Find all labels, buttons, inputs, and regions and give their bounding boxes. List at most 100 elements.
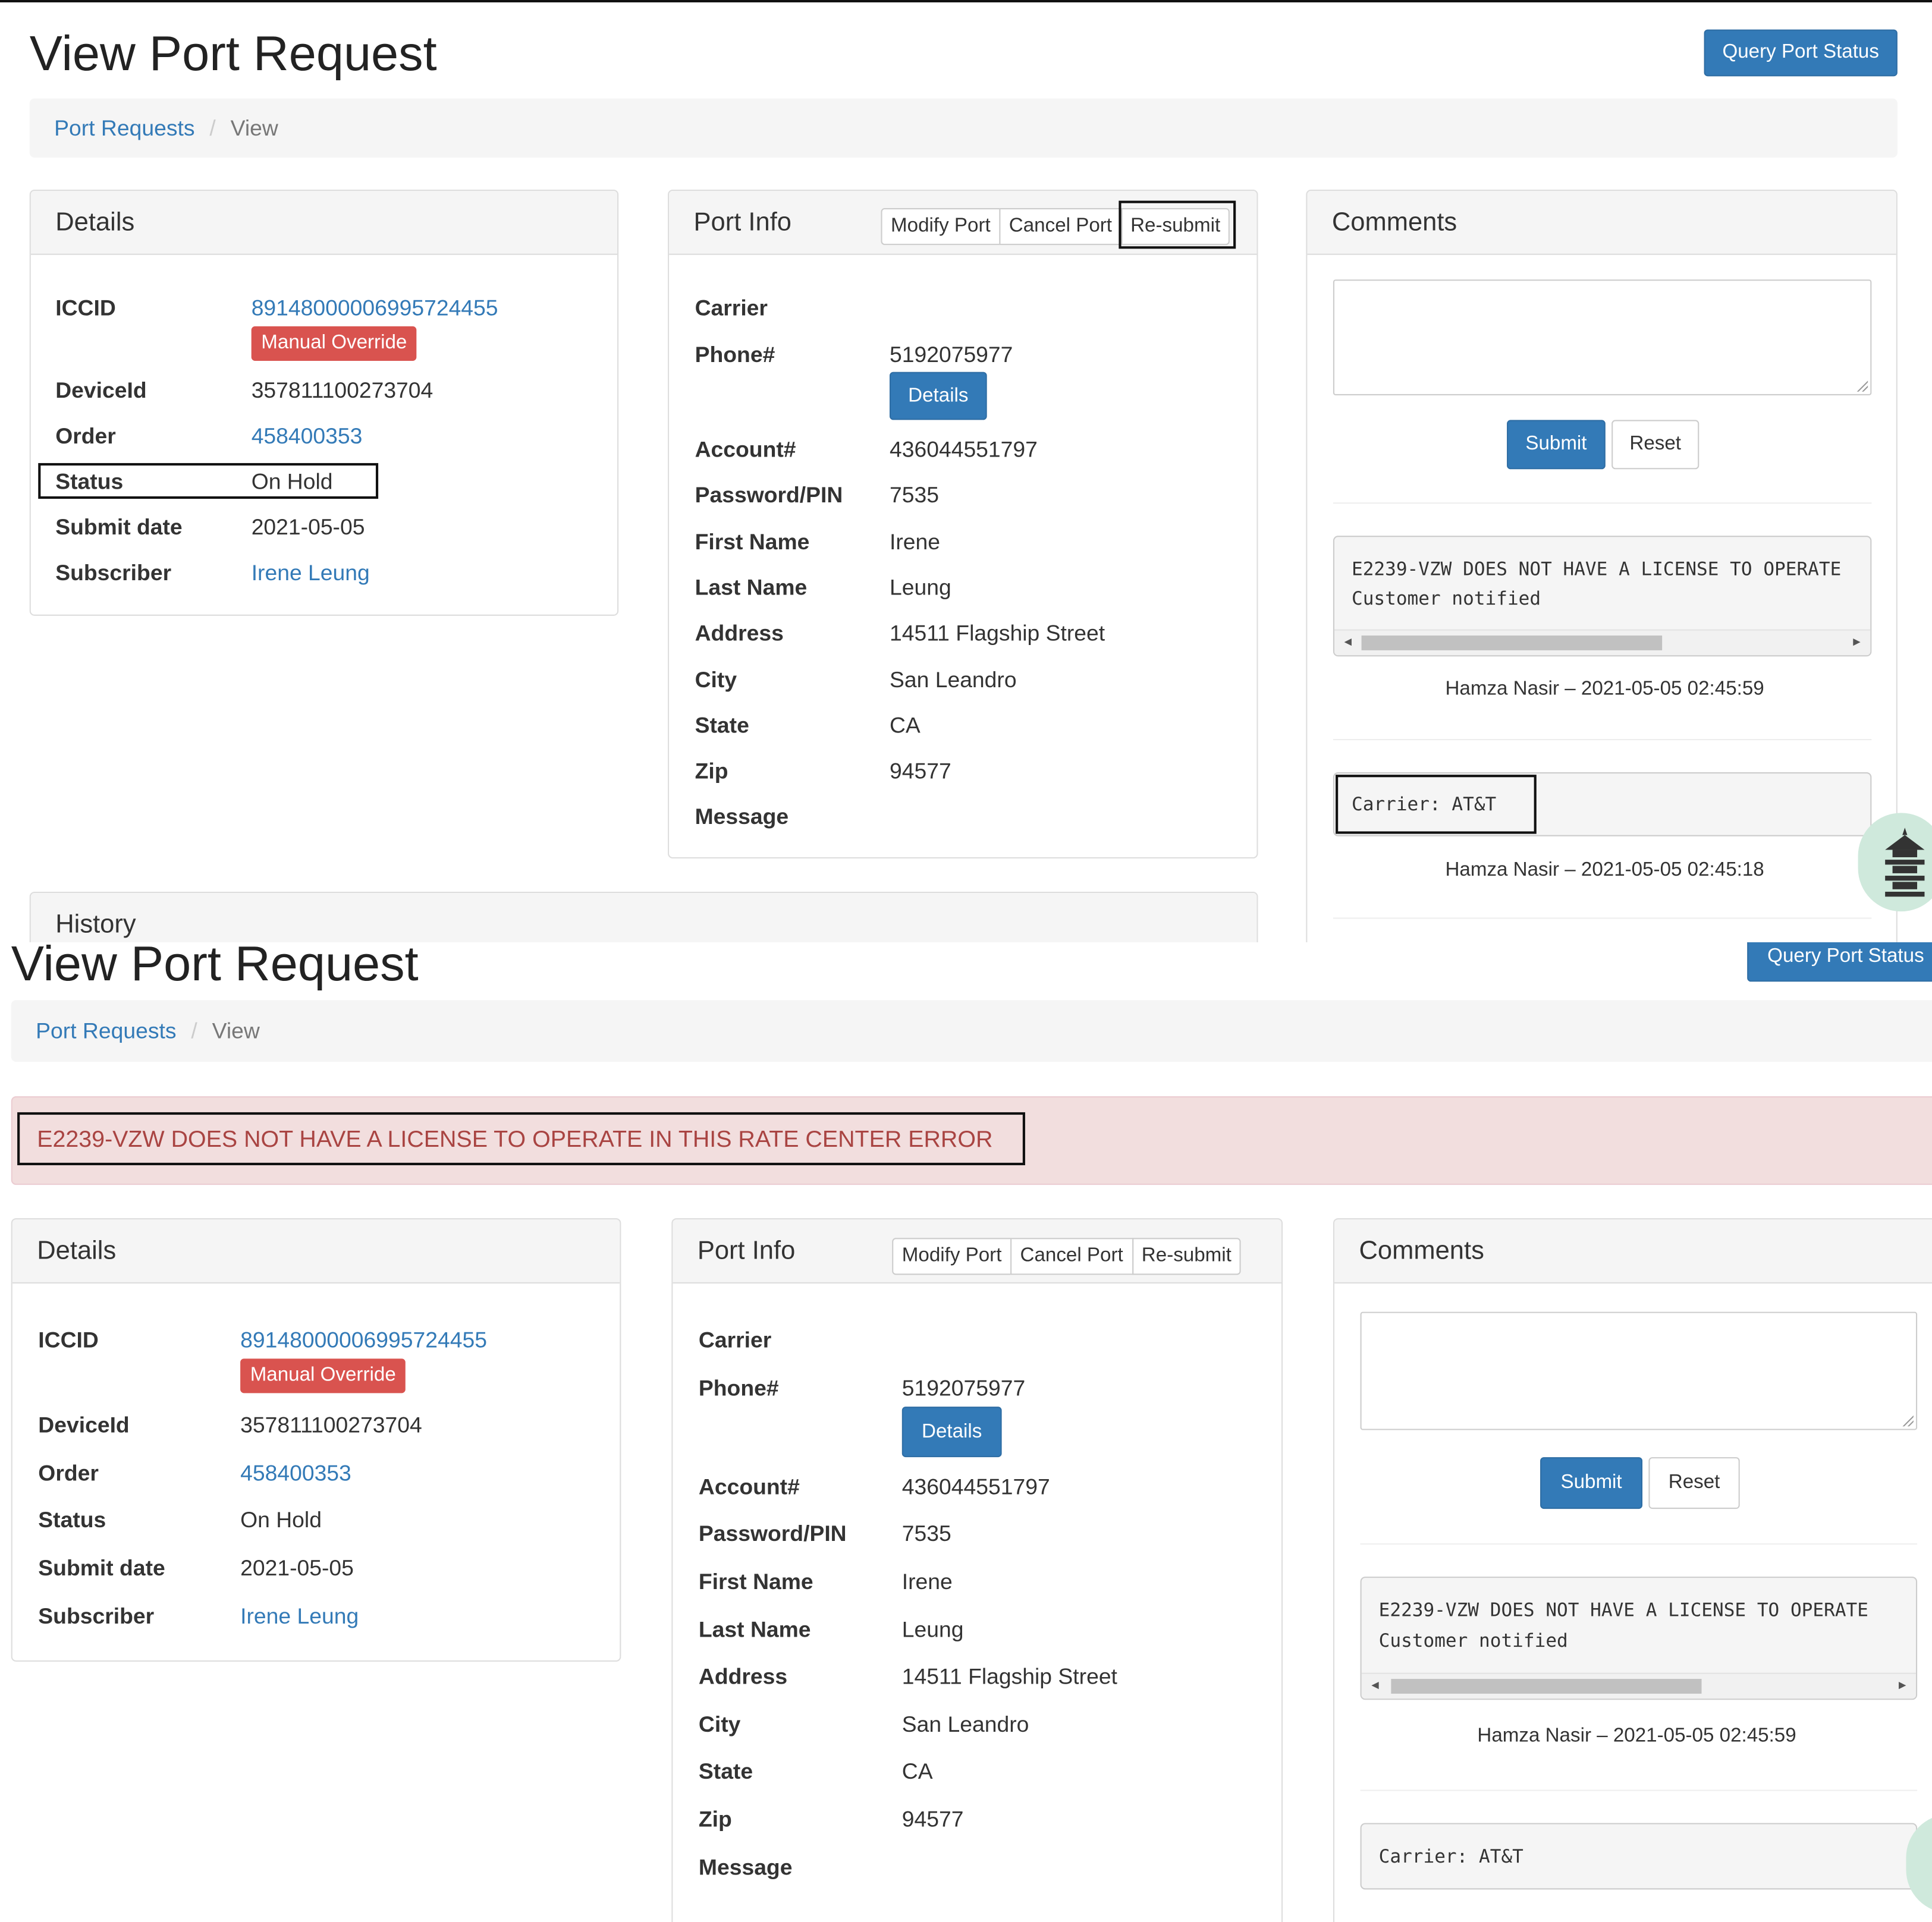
- account-label: Account#: [695, 437, 796, 462]
- port-actions-group: Modify Port Cancel Port Re-submit: [881, 208, 1230, 246]
- status-label: Status: [55, 469, 124, 494]
- scrollbar-thumb[interactable]: [1361, 636, 1663, 650]
- resubmit-button[interactable]: Re-submit: [1132, 1238, 1242, 1275]
- state-label: State: [698, 1759, 753, 1784]
- subscriber-label: Subscriber: [55, 560, 172, 586]
- comment-textarea[interactable]: [1360, 1311, 1918, 1430]
- resize-grip-icon[interactable]: [1855, 379, 1868, 392]
- address-label: Address: [695, 621, 784, 646]
- scroll-right-icon[interactable]: ▶: [1853, 636, 1860, 649]
- phone-details-button[interactable]: Details: [901, 1407, 1002, 1458]
- comment-line: Carrier: AT&T: [1378, 1845, 1523, 1868]
- comment-textarea[interactable]: [1333, 279, 1872, 395]
- details-heading: Details: [30, 191, 618, 255]
- submit-date-value: 2021-05-05: [240, 1555, 354, 1581]
- iccid-link[interactable]: 89148000006995724455: [252, 295, 498, 322]
- submit-date-value: 2021-05-05: [251, 514, 365, 540]
- comment-line: Customer notified: [1378, 1630, 1568, 1652]
- manual-override-badge: Manual Override: [251, 326, 417, 361]
- comment-reset-button[interactable]: Reset: [1648, 1457, 1740, 1509]
- cancel-port-button[interactable]: Cancel Port: [1010, 1238, 1133, 1275]
- device-label: DeviceId: [55, 378, 147, 403]
- subscriber-link[interactable]: Irene Leung: [240, 1604, 359, 1630]
- iccid-label: ICCID: [55, 295, 116, 320]
- status-value: On Hold: [240, 1508, 322, 1533]
- resize-grip-icon[interactable]: [1901, 1414, 1914, 1427]
- comment-line: Customer notified: [1351, 587, 1541, 610]
- pin-label: Password/PIN: [698, 1521, 847, 1546]
- city-value: San Leandro: [889, 667, 1017, 693]
- query-port-status-button[interactable]: Query Port Status: [1704, 29, 1898, 77]
- state-label: State: [695, 713, 749, 738]
- tower-icon: [1885, 828, 1925, 897]
- comment-reset-button[interactable]: Reset: [1611, 420, 1699, 470]
- comment-meta: Hamza Nasir – 2021-05-05 02:45:18: [1445, 860, 1764, 881]
- device-value: 357811100273704: [251, 378, 433, 403]
- comment-body: E2239-VZW DOES NOT HAVE A LICENSE TO OPE…: [1333, 536, 1872, 657]
- address-value: 14511 Flagship Street: [889, 621, 1105, 646]
- comment-line: Carrier: AT&T: [1351, 793, 1497, 816]
- comment-meta: Hamza Nasir – 2021-05-05 02:45:59: [1477, 1725, 1796, 1747]
- breadcrumb: Port Requests / View: [11, 1000, 1932, 1062]
- horizontal-scrollbar[interactable]: ◀ ▶: [1361, 1672, 1917, 1699]
- subscriber-link[interactable]: Irene Leung: [252, 561, 370, 587]
- divider: [1333, 739, 1872, 741]
- scroll-right-icon[interactable]: ▶: [1899, 1679, 1906, 1693]
- comment-meta: Hamza Nasir – 2021-05-05 02:45:59: [1445, 678, 1764, 700]
- query-port-status-button[interactable]: Query Port Status: [1747, 942, 1932, 982]
- last-name-value: Leung: [889, 575, 951, 600]
- details-heading: Details: [12, 1219, 620, 1284]
- city-value: San Leandro: [901, 1712, 1029, 1737]
- zip-value: 94577: [901, 1807, 964, 1832]
- first-name-value: Irene: [889, 529, 941, 555]
- details-panel: Details ICCID 89148000006995724455 Manua…: [11, 1218, 621, 1662]
- comments-panel: Comments Submit Reset E2239-VZW DOES NOT…: [1333, 1218, 1932, 1922]
- pin-value: 7535: [901, 1521, 951, 1546]
- screenshot-top: View Port Request Query Port Status Port…: [0, 0, 1932, 942]
- account-value: 436044551797: [889, 437, 1038, 462]
- state-value: CA: [901, 1759, 933, 1784]
- carrier-label: Carrier: [698, 1328, 772, 1352]
- floating-assistant-button[interactable]: [1858, 813, 1932, 912]
- comment-submit-button[interactable]: Submit: [1507, 420, 1606, 470]
- device-label: DeviceId: [38, 1413, 130, 1437]
- message-label: Message: [695, 804, 789, 829]
- phone-label: Phone#: [698, 1376, 779, 1401]
- breadcrumb-separator: /: [209, 115, 216, 140]
- cancel-port-button[interactable]: Cancel Port: [999, 208, 1122, 246]
- modify-port-button[interactable]: Modify Port: [881, 208, 1001, 246]
- account-label: Account#: [698, 1474, 800, 1499]
- phone-label: Phone#: [695, 342, 775, 367]
- order-label: Order: [55, 423, 116, 449]
- scrollbar-thumb[interactable]: [1391, 1679, 1702, 1694]
- iccid-link[interactable]: 89148000006995724455: [240, 1328, 487, 1354]
- comments-heading: Comments: [1334, 1219, 1932, 1284]
- comment-body: E2239-VZW DOES NOT HAVE A LICENSE TO OPE…: [1360, 1577, 1918, 1700]
- status-label: Status: [38, 1508, 106, 1533]
- phone-value: 5192075977: [901, 1376, 1026, 1401]
- divider: [1333, 917, 1872, 919]
- scroll-left-icon[interactable]: ◀: [1371, 1679, 1378, 1693]
- address-label: Address: [698, 1664, 788, 1689]
- comment-body: Carrier: AT&T: [1333, 772, 1872, 836]
- comment-submit-button[interactable]: Submit: [1540, 1457, 1643, 1509]
- order-link[interactable]: 458400353: [252, 424, 363, 450]
- error-alert-message: E2239-VZW DOES NOT HAVE A LICENSE TO OPE…: [37, 1127, 993, 1153]
- resubmit-button[interactable]: Re-submit: [1120, 208, 1230, 246]
- scroll-left-icon[interactable]: ◀: [1344, 636, 1352, 649]
- phone-details-button[interactable]: Details: [889, 372, 987, 420]
- divider: [1360, 1789, 1918, 1791]
- modify-port-button[interactable]: Modify Port: [892, 1238, 1012, 1275]
- pin-label: Password/PIN: [695, 483, 843, 508]
- breadcrumb-port-requests-link[interactable]: Port Requests: [36, 1018, 176, 1044]
- order-link[interactable]: 458400353: [240, 1461, 351, 1487]
- account-value: 436044551797: [901, 1474, 1050, 1499]
- details-panel: Details ICCID 89148000006995724455 Manua…: [29, 189, 619, 616]
- screenshot-bottom: View Port Request Query Port Status Port…: [0, 942, 1932, 1922]
- comment-body: Carrier: AT&T: [1360, 1823, 1918, 1890]
- zip-label: Zip: [698, 1807, 732, 1832]
- breadcrumb-port-requests-link[interactable]: Port Requests: [54, 115, 194, 141]
- pin-value: 7535: [889, 483, 939, 508]
- horizontal-scrollbar[interactable]: ◀ ▶: [1334, 629, 1871, 656]
- breadcrumb: Port Requests / View: [29, 98, 1898, 158]
